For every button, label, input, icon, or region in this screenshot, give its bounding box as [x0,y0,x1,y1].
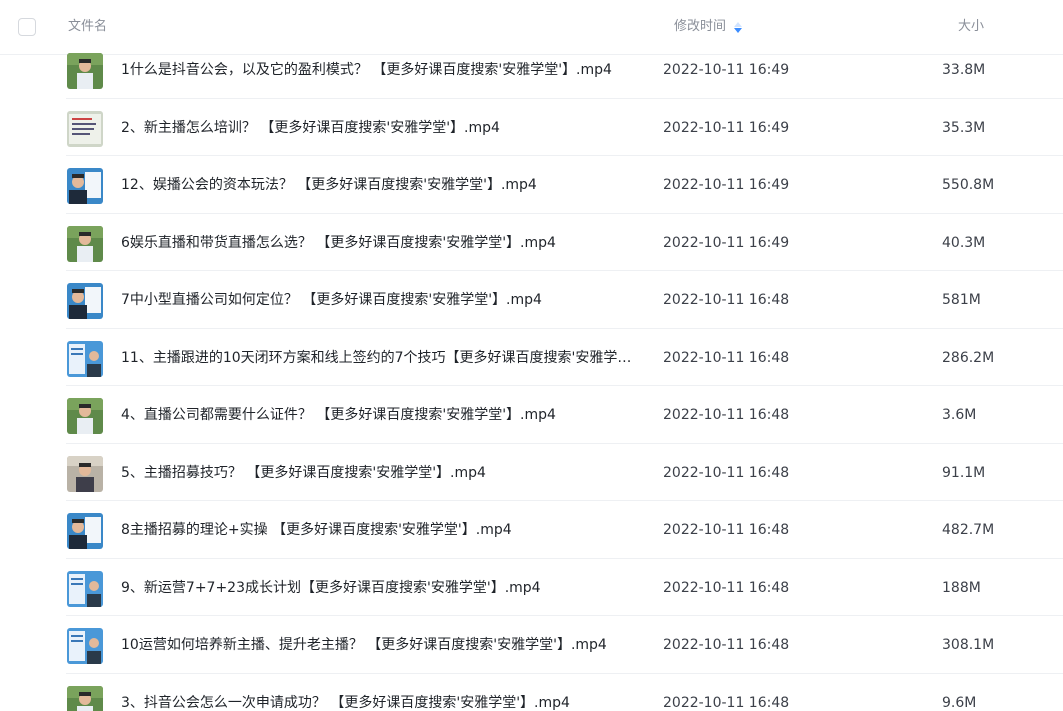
file-size: 91.1M [942,464,986,481]
select-all-checkbox[interactable] [18,18,36,36]
file-modified-time: 2022-10-11 16:48 [663,522,790,538]
file-modified-time: 2022-10-11 16:48 [663,292,790,308]
file-name[interactable]: 4、直播公司都需要什么证件？ 【更多好课百度搜索'安雅学堂'】.mp4 [121,406,641,424]
file-name[interactable]: 5、主播招募技巧？ 【更多好课百度搜索'安雅学堂'】.mp4 [121,464,641,482]
video-thumbnail [67,513,103,549]
file-name[interactable]: 7中小型直播公司如何定位？ 【更多好课百度搜索'安雅学堂'】.mp4 [121,291,641,309]
video-thumbnail [67,340,103,377]
file-name[interactable]: 1什么是抖音公会，以及它的盈利模式？ 【更多好课百度搜索'安雅学堂'】.mp4 [121,61,641,79]
video-thumbnail [67,628,103,664]
file-size: 581M [942,292,981,308]
file-name[interactable]: 11、主播跟进的10天闭环方案和线上签约的7个技巧【更多好课百度搜索'安雅学堂'… [121,349,641,367]
file-size: 482.7M [942,522,995,538]
video-thumbnail [67,685,103,711]
video-thumbnail [67,455,103,492]
file-modified-time: 2022-10-11 16:48 [663,579,790,596]
file-row[interactable]: 11、主播跟进的10天闭环方案和线上签约的7个技巧【更多好课百度搜索'安雅学堂'… [0,329,1063,387]
file-row[interactable]: 12、娱播公会的资本玩法？ 【更多好课百度搜索'安雅学堂'】.mp4 2022-1… [0,156,1063,214]
file-size: 33.8M [942,62,986,78]
file-modified-time: 2022-10-11 16:48 [663,637,790,653]
file-modified-time: 2022-10-11 16:48 [663,407,790,423]
file-modified-time: 2022-10-11 16:49 [663,62,790,78]
sort-desc-icon[interactable] [734,21,743,33]
file-row[interactable]: 7中小型直播公司如何定位？ 【更多好课百度搜索'安雅学堂'】.mp4 2022-1… [0,271,1063,329]
file-modified-time: 2022-10-11 16:48 [663,349,790,366]
file-row[interactable]: 2、新主播怎么培训？ 【更多好课百度搜索'安雅学堂'】.mp4 2022-10-1… [0,99,1063,157]
file-modified-time: 2022-10-11 16:49 [663,234,790,251]
video-thumbnail [67,53,103,89]
video-thumbnail [67,283,103,319]
column-header-time-label: 修改时间 [674,19,727,34]
file-row[interactable]: 6娱乐直播和带货直播怎么选？ 【更多好课百度搜索'安雅学堂'】.mp4 2022-… [0,214,1063,272]
file-size: 9.6M [942,694,977,711]
file-row[interactable]: 8主播招募的理论+实操 【更多好课百度搜索'安雅学堂'】.mp4 2022-10-… [0,501,1063,559]
file-size: 550.8M [942,177,995,193]
file-size: 35.3M [942,119,986,136]
file-list: 文件名 修改时间 大小 1什么是抖音公会，以及它的盈利模式？ 【更多好课百度搜索… [0,0,1063,711]
file-size: 308.1M [942,637,995,653]
file-row[interactable]: 4、直播公司都需要什么证件？ 【更多好课百度搜索'安雅学堂'】.mp4 2022-… [0,386,1063,444]
file-rows: 1什么是抖音公会，以及它的盈利模式？ 【更多好课百度搜索'安雅学堂'】.mp4 2… [0,41,1063,711]
video-thumbnail [67,225,103,262]
column-header-time[interactable]: 修改时间 [674,19,743,35]
file-name[interactable]: 3、抖音公会怎么一次申请成功？ 【更多好课百度搜索'安雅学堂'】.mp4 [121,694,641,711]
file-size: 188M [942,579,981,596]
video-thumbnail [67,110,103,147]
file-row[interactable]: 10运营如何培养新主播、提升老主播？ 【更多好课百度搜索'安雅学堂'】.mp4 2… [0,616,1063,674]
file-name[interactable]: 12、娱播公会的资本玩法？ 【更多好课百度搜索'安雅学堂'】.mp4 [121,176,641,194]
file-name[interactable]: 2、新主播怎么培训？ 【更多好课百度搜索'安雅学堂'】.mp4 [121,119,641,137]
file-name[interactable]: 8主播招募的理论+实操 【更多好课百度搜索'安雅学堂'】.mp4 [121,521,641,539]
file-modified-time: 2022-10-11 16:48 [663,464,790,481]
video-thumbnail [67,398,103,434]
column-header-size[interactable]: 大小 [958,19,984,35]
file-row[interactable]: 9、新运营7+7+23成长计划【更多好课百度搜索'安雅学堂'】.mp4 2022-… [0,559,1063,617]
file-row[interactable]: 3、抖音公会怎么一次申请成功？ 【更多好课百度搜索'安雅学堂'】.mp4 2022… [0,674,1063,711]
video-thumbnail [67,570,103,607]
file-name[interactable]: 9、新运营7+7+23成长计划【更多好课百度搜索'安雅学堂'】.mp4 [121,579,641,597]
column-header-name[interactable]: 文件名 [68,19,107,35]
file-modified-time: 2022-10-11 16:48 [663,694,790,711]
file-name[interactable]: 10运营如何培养新主播、提升老主播？ 【更多好课百度搜索'安雅学堂'】.mp4 [121,636,641,654]
file-row[interactable]: 1什么是抖音公会，以及它的盈利模式？ 【更多好课百度搜索'安雅学堂'】.mp4 2… [0,41,1063,99]
file-size: 40.3M [942,234,986,251]
file-size: 3.6M [942,407,977,423]
file-row[interactable]: 5、主播招募技巧？ 【更多好课百度搜索'安雅学堂'】.mp4 2022-10-11… [0,444,1063,502]
file-modified-time: 2022-10-11 16:49 [663,119,790,136]
file-name[interactable]: 6娱乐直播和带货直播怎么选？ 【更多好课百度搜索'安雅学堂'】.mp4 [121,234,641,252]
video-thumbnail [67,168,103,204]
file-size: 286.2M [942,349,995,366]
file-modified-time: 2022-10-11 16:49 [663,177,790,193]
